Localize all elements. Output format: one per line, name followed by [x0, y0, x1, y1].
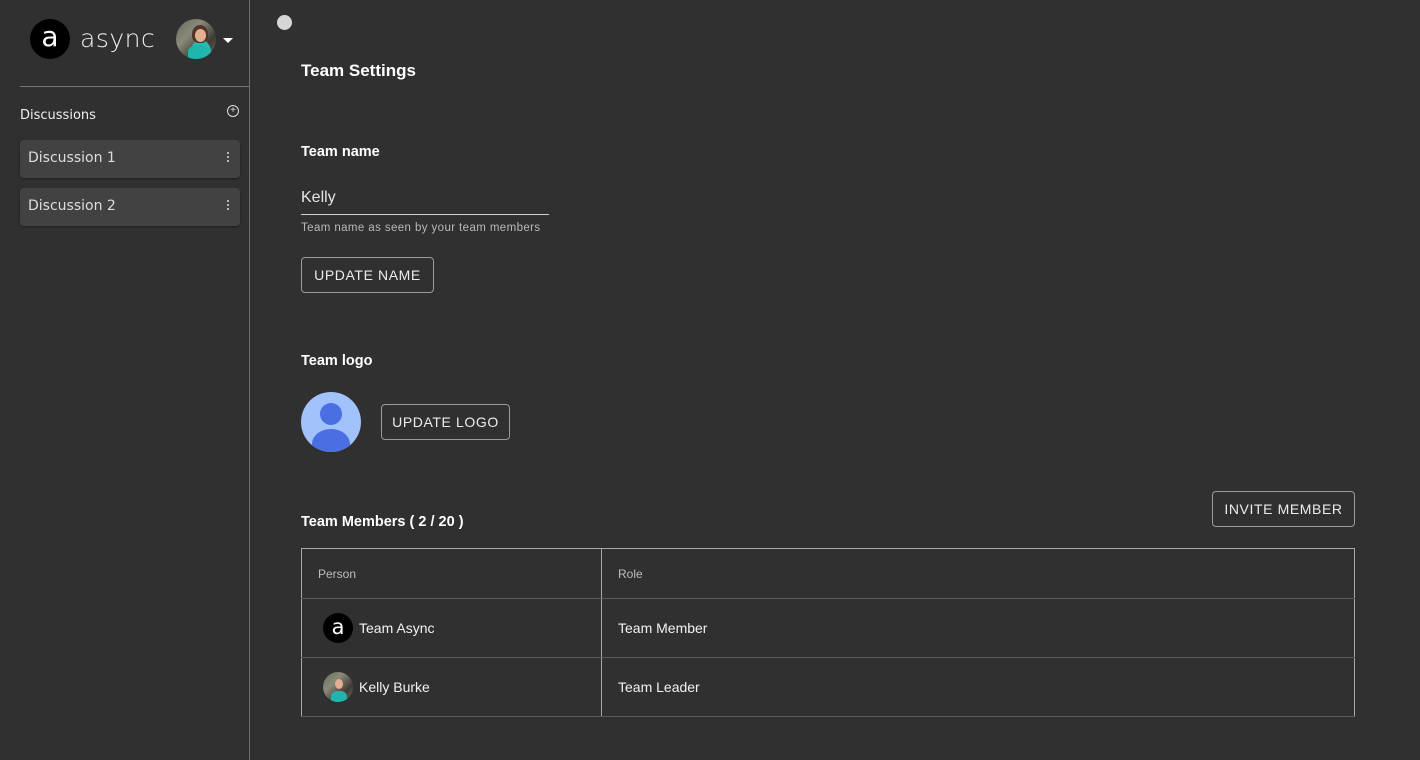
discussions-header: Discussions + — [20, 105, 240, 124]
brand-name: async — [80, 24, 156, 53]
team-name-helper: Team name as seen by your team members — [301, 222, 541, 234]
status-dot-icon — [277, 15, 292, 30]
discussion-label: Discussion 2 — [28, 198, 116, 214]
discussions-title: Discussions — [20, 108, 96, 123]
team-name-title: Team name — [301, 144, 380, 160]
discussion-label: Discussion 1 — [28, 150, 116, 166]
avatar-face — [195, 29, 206, 42]
main-content: Team Settings Team name Team name as see… — [251, 0, 1420, 760]
discussion-item[interactable]: Discussion 2 — [20, 188, 240, 226]
column-header-role: Role — [601, 548, 1355, 599]
brand-header: a async — [0, 0, 250, 87]
update-name-button[interactable]: UPDATE NAME — [301, 257, 434, 293]
placeholder-head — [320, 403, 342, 425]
discussion-item[interactable]: Discussion 1 — [20, 140, 240, 178]
team-logo-title: Team logo — [301, 353, 373, 369]
divider — [20, 86, 249, 87]
user-avatar[interactable] — [176, 19, 216, 59]
team-members-title: Team Members ( 2 / 20 ) — [301, 514, 464, 530]
async-logo-icon: a — [323, 613, 353, 643]
person-name: Team Async — [359, 620, 435, 636]
person-name: Kelly Burke — [359, 679, 430, 695]
column-header-person: Person — [301, 548, 602, 599]
add-circle-icon[interactable]: + — [227, 105, 239, 117]
page-title: Team Settings — [301, 61, 416, 80]
avatar-body — [188, 45, 210, 59]
update-logo-button[interactable]: UPDATE LOGO — [381, 404, 510, 440]
async-logo-icon[interactable]: a — [30, 19, 70, 59]
person-cell: a Team Async — [301, 598, 602, 658]
members-table: Person Role a Team Async Team Member Kel… — [301, 548, 1355, 717]
avatar — [323, 672, 353, 702]
more-vert-icon[interactable] — [226, 200, 230, 212]
invite-member-button[interactable]: INVITE MEMBER — [1212, 491, 1355, 527]
sidebar: a async Discussions + Discussion 1 Discu… — [0, 0, 250, 760]
table-header-row: Person Role — [301, 548, 1355, 599]
table-row[interactable]: a Team Async Team Member — [301, 598, 1355, 658]
role-cell: Team Leader — [601, 657, 1355, 717]
placeholder-shoulders — [312, 429, 350, 452]
table-row[interactable]: Kelly Burke Team Leader — [301, 657, 1355, 717]
role-cell: Team Member — [601, 598, 1355, 658]
more-vert-icon[interactable] — [226, 152, 230, 164]
person-placeholder-icon — [301, 392, 361, 452]
team-name-input[interactable] — [301, 186, 549, 215]
person-cell: Kelly Burke — [301, 657, 602, 717]
caret-down-icon[interactable] — [223, 38, 233, 43]
